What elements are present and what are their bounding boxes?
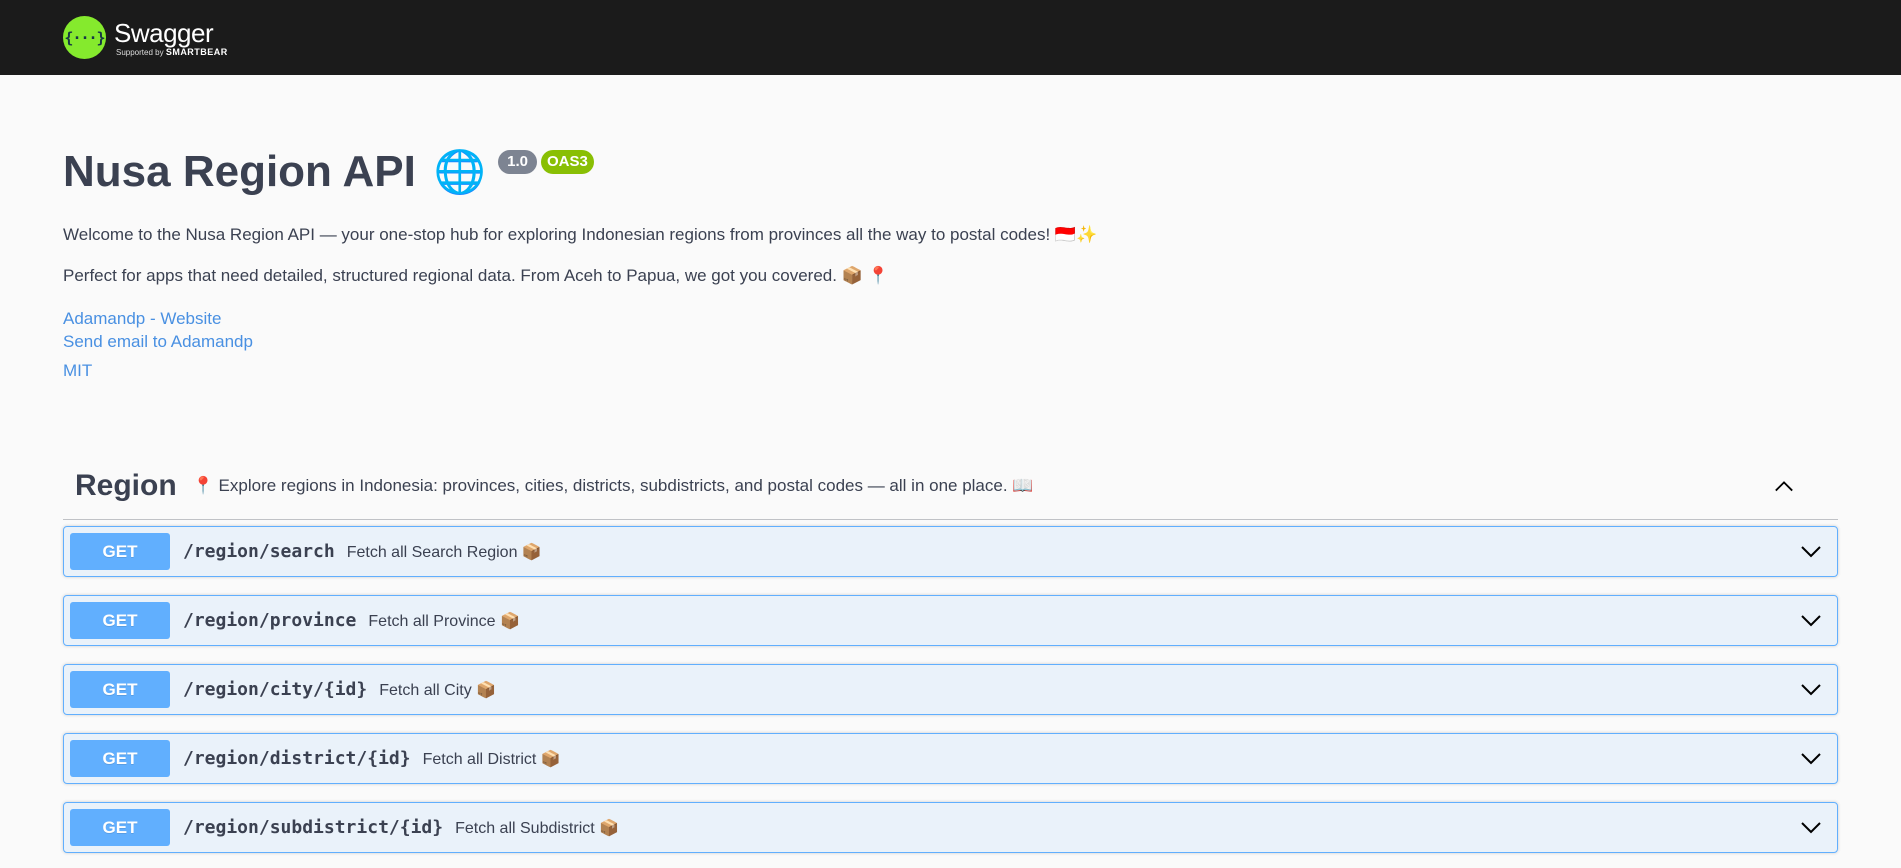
version-badge: 1.0 [498, 150, 538, 174]
method-badge: GET [70, 671, 170, 708]
title-row: Nusa Region API 🌐 1.0 OAS3 [63, 145, 1838, 199]
api-title: Nusa Region API [63, 147, 416, 196]
description-line-1: Welcome to the Nusa Region API — your on… [63, 225, 1098, 244]
description-line-2: Perfect for apps that need detailed, str… [63, 266, 889, 285]
smartbear-brand: SMARTBEAR [165, 46, 228, 57]
chevron-down-icon[interactable] [1799, 609, 1823, 633]
swagger-logo[interactable]: {···} Swagger Supported by SMARTBEAR [63, 16, 228, 59]
topbar: {···} Swagger Supported by SMARTBEAR [0, 0, 1901, 75]
license-link[interactable]: MIT [63, 359, 1838, 382]
chevron-down-icon[interactable] [1799, 540, 1823, 564]
api-info: Nusa Region API 🌐 1.0 OAS3 Welcome to th… [63, 75, 1838, 382]
email-link[interactable]: Send email to Adamandp [63, 330, 1838, 353]
chevron-down-icon[interactable] [1799, 816, 1823, 840]
chevron-down-icon[interactable] [1799, 747, 1823, 771]
logo-text: Swagger Supported by SMARTBEAR [114, 19, 228, 57]
method-badge: GET [70, 602, 170, 639]
method-badge: GET [70, 533, 170, 570]
opblock-get-region-subdistrict[interactable]: GET /region/subdistrict/{id} Fetch all S… [63, 802, 1838, 853]
supported-prefix: Supported by [116, 47, 166, 57]
brand-name: Swagger [114, 17, 214, 48]
main-container: Nusa Region API 🌐 1.0 OAS3 Welcome to th… [0, 75, 1901, 853]
api-description: Welcome to the Nusa Region API — your on… [63, 225, 1838, 286]
operation-path: /region/province [183, 610, 357, 631]
operation-path: /region/search [183, 541, 335, 562]
globe-icon: 🌐 [433, 148, 487, 195]
operation-path: /region/city/{id} [183, 679, 368, 700]
tag-section-region: Region 📍 Explore regions in Indonesia: p… [63, 452, 1838, 853]
chevron-down-icon[interactable] [1799, 678, 1823, 702]
operation-summary: Fetch all Search Region 📦 [346, 543, 542, 561]
opblock-get-region-province[interactable]: GET /region/province Fetch all Province … [63, 595, 1838, 646]
swagger-logo-icon: {···} [63, 16, 106, 59]
opblock-get-region-search[interactable]: GET /region/search Fetch all Search Regi… [63, 526, 1838, 577]
info-links: Adamandp - Website Send email to Adamand… [63, 307, 1838, 382]
tag-header-region[interactable]: Region 📍 Explore regions in Indonesia: p… [63, 452, 1838, 520]
operation-path: /region/subdistrict/{id} [183, 817, 444, 838]
operation-path: /region/district/{id} [183, 748, 411, 769]
tag-description: 📍 Explore regions in Indonesia: province… [192, 475, 1034, 495]
method-badge: GET [70, 809, 170, 846]
chevron-up-icon[interactable] [1774, 476, 1794, 496]
website-link[interactable]: Adamandp - Website [63, 307, 1838, 330]
operation-summary: Fetch all City 📦 [379, 681, 497, 699]
oas-badge: OAS3 [541, 150, 594, 174]
supported-by: Supported by SMARTBEAR [116, 47, 228, 57]
operations-list: GET /region/search Fetch all Search Regi… [63, 520, 1838, 853]
tag-name: Region [75, 468, 177, 502]
operation-summary: Fetch all District 📦 [422, 750, 561, 768]
method-badge: GET [70, 740, 170, 777]
operation-summary: Fetch all Subdistrict 📦 [455, 819, 620, 837]
opblock-get-region-city[interactable]: GET /region/city/{id} Fetch all City 📦 [63, 664, 1838, 715]
opblock-get-region-district[interactable]: GET /region/district/{id} Fetch all Dist… [63, 733, 1838, 784]
operation-summary: Fetch all Province 📦 [368, 612, 520, 630]
